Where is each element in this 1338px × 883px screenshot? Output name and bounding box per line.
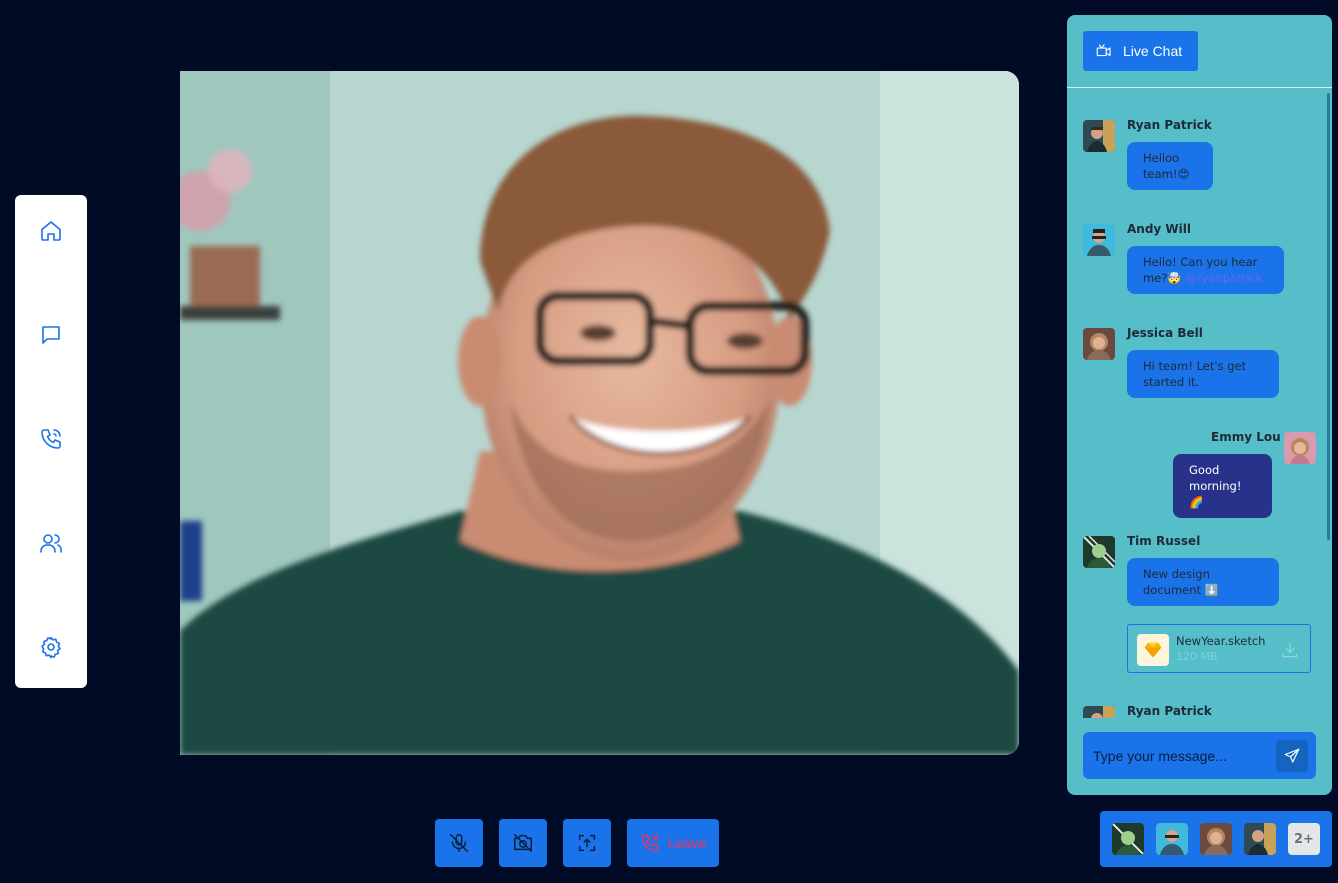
sender-name: Ryan Patrick bbox=[1127, 118, 1212, 132]
sidebar-item-calls[interactable] bbox=[39, 427, 63, 451]
chat-scrollbar[interactable] bbox=[1327, 93, 1330, 540]
message-line: started it. bbox=[1143, 375, 1200, 389]
screen-share-icon bbox=[578, 834, 596, 852]
download-icon[interactable] bbox=[1280, 640, 1300, 660]
message-line: Hello! Can you hear bbox=[1143, 255, 1258, 269]
file-attachment[interactable]: NewYear.sketch 120 MB bbox=[1127, 624, 1311, 673]
avatar bbox=[1083, 120, 1115, 152]
mic-off-icon bbox=[450, 834, 468, 852]
send-icon bbox=[1284, 748, 1300, 763]
sidebar-item-people[interactable] bbox=[39, 531, 63, 555]
sender-name: Emmy Lou bbox=[1211, 430, 1281, 444]
chat-message: Ryan Patrick Helloo team!😍 bbox=[1083, 118, 1323, 200]
sender-name: Andy Will bbox=[1127, 222, 1191, 236]
avatar bbox=[1083, 328, 1115, 360]
message-line: Helloo bbox=[1143, 151, 1180, 165]
sidebar-item-messages[interactable] bbox=[39, 323, 63, 347]
message-line: morning! 🌈 bbox=[1189, 479, 1242, 509]
sender-name: Tim Russel bbox=[1127, 534, 1201, 548]
sender-name: Jessica Bell bbox=[1127, 326, 1203, 340]
chat-message: Andy Will Hello! Can you hear me?🤯 @ryan… bbox=[1083, 222, 1323, 304]
message-composer bbox=[1083, 732, 1316, 779]
message-text: me?🤯 bbox=[1143, 271, 1182, 285]
phone-call-icon bbox=[41, 429, 61, 449]
message-bubble: Helloo team!😍 bbox=[1127, 142, 1213, 190]
chat-message-own: Emmy Lou Good morning! 🌈 bbox=[1083, 430, 1323, 518]
participant-avatar[interactable] bbox=[1200, 823, 1232, 855]
message-line: me?🤯 @ryanpatrick bbox=[1143, 270, 1268, 286]
file-size: 120 MB bbox=[1176, 650, 1218, 663]
home-icon bbox=[41, 221, 61, 241]
participant-avatar[interactable] bbox=[1244, 823, 1276, 855]
phone-x-icon bbox=[641, 834, 659, 852]
message-input[interactable] bbox=[1093, 732, 1273, 779]
message-line: Good bbox=[1189, 463, 1220, 477]
avatar bbox=[1083, 224, 1115, 256]
participant-avatar[interactable] bbox=[1156, 823, 1188, 855]
message-line: Hi team! Let's get bbox=[1143, 359, 1247, 373]
video-feed bbox=[180, 71, 1019, 755]
avatar bbox=[1083, 706, 1115, 718]
sender-name: Ryan Patrick bbox=[1127, 704, 1212, 718]
send-button[interactable] bbox=[1276, 740, 1308, 772]
gear-icon bbox=[41, 636, 61, 659]
chat-bubble-icon bbox=[42, 326, 60, 344]
chat-panel: Live Chat Ryan Patrick Helloo team!😍 And… bbox=[1067, 15, 1332, 795]
file-name: NewYear.sketch bbox=[1176, 634, 1266, 648]
live-chat-button[interactable]: Live Chat bbox=[1083, 31, 1198, 71]
live-chat-label: Live Chat bbox=[1123, 43, 1183, 59]
participant-video-image bbox=[180, 71, 1019, 755]
message-bubble: New design document ⬇️ bbox=[1127, 558, 1279, 606]
sidebar-item-settings[interactable] bbox=[39, 635, 63, 659]
chat-message: Jessica Bell Hi team! Let's get started … bbox=[1083, 326, 1323, 408]
participant-avatar[interactable] bbox=[1112, 823, 1144, 855]
avatar bbox=[1083, 536, 1115, 568]
sketch-diamond-icon bbox=[1137, 634, 1169, 666]
camera-toggle-button[interactable] bbox=[499, 819, 547, 867]
camera-off-icon bbox=[514, 834, 532, 852]
message-bubble: Hello! Can you hear me?🤯 @ryanpatrick bbox=[1127, 246, 1284, 294]
sidebar bbox=[15, 195, 87, 688]
avatar bbox=[1284, 432, 1316, 464]
message-bubble: Hi team! Let's get started it. bbox=[1127, 350, 1279, 398]
message-line: team!😍 bbox=[1143, 167, 1190, 181]
users-icon bbox=[40, 534, 62, 553]
more-participants-button[interactable]: 2+ bbox=[1288, 823, 1320, 855]
message-line: document ⬇️ bbox=[1143, 583, 1219, 597]
message-bubble: Good morning! 🌈 bbox=[1173, 454, 1272, 518]
video-camera-icon bbox=[1096, 44, 1111, 57]
leave-label: Leave bbox=[667, 835, 707, 851]
chat-message: Tim Russel New design document ⬇️ NewYea… bbox=[1083, 534, 1323, 686]
message-line: New design bbox=[1143, 567, 1210, 581]
user-mention-link[interactable]: @ryanpatrick bbox=[1185, 271, 1262, 285]
message-list: Ryan Patrick Helloo team!😍 Andy Will Hel… bbox=[1067, 88, 1327, 718]
participants-bar: 2+ bbox=[1100, 811, 1332, 867]
share-screen-button[interactable] bbox=[563, 819, 611, 867]
chat-message: Ryan Patrick bbox=[1083, 704, 1323, 718]
leave-button[interactable]: Leave bbox=[627, 819, 719, 867]
sidebar-item-home[interactable] bbox=[39, 219, 63, 243]
mute-button[interactable] bbox=[435, 819, 483, 867]
